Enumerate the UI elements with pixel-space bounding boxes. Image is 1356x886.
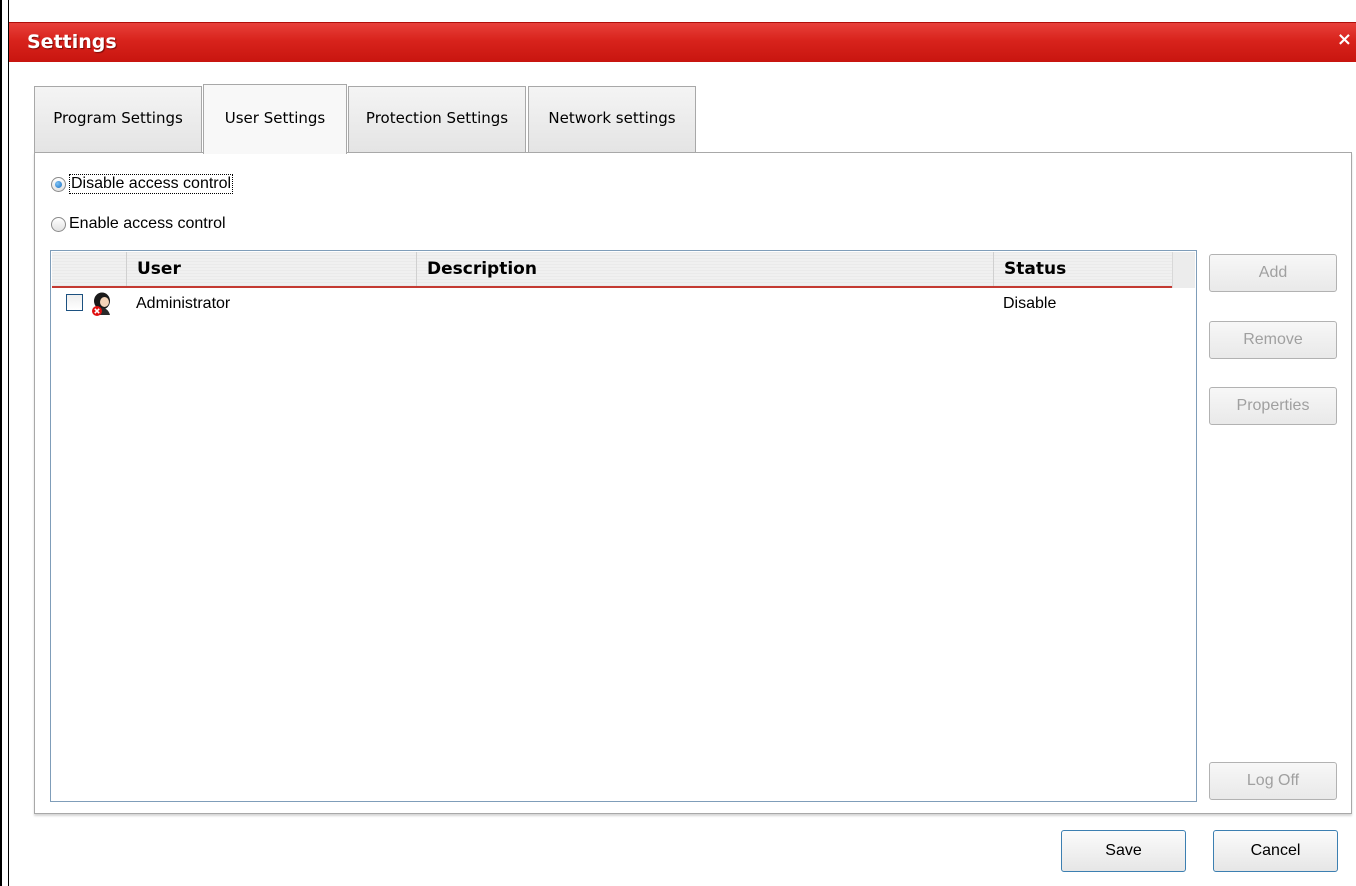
table-row[interactable]: Administrator Disable: [52, 291, 1173, 319]
tab-user-settings[interactable]: User Settings: [203, 84, 347, 154]
column-header-description[interactable]: Description: [416, 252, 993, 286]
remove-button[interactable]: Remove: [1209, 321, 1337, 359]
column-header-user[interactable]: User: [126, 252, 416, 286]
enable-access-control-radio[interactable]: [51, 216, 66, 232]
tab-label: User Settings: [224, 108, 326, 127]
row-user-name: Administrator: [136, 295, 231, 312]
add-button[interactable]: Add: [1209, 254, 1337, 292]
row-checkbox[interactable]: [66, 294, 83, 311]
save-button[interactable]: Save: [1061, 830, 1186, 872]
tab-program-settings[interactable]: Program Settings: [34, 86, 202, 152]
settings-dialog: Program Settings User Settings Protectio…: [9, 62, 1356, 886]
user-list-header: User Description Status: [52, 252, 1173, 288]
header-scroll-corner: [1172, 252, 1195, 288]
user-list[interactable]: User Description Status Administrator Di…: [50, 250, 1197, 802]
cancel-button[interactable]: Cancel: [1213, 830, 1338, 872]
properties-button[interactable]: Properties: [1209, 387, 1337, 425]
row-status: Disable: [1003, 295, 1057, 312]
tab-protection-settings[interactable]: Protection Settings: [348, 86, 526, 152]
log-off-button[interactable]: Log Off: [1209, 762, 1337, 800]
user-settings-panel: Disable access control Enable access con…: [34, 152, 1352, 814]
window-title: Settings: [27, 31, 117, 53]
column-header-status[interactable]: Status: [993, 252, 1173, 286]
column-header-select: [52, 252, 126, 286]
enable-access-control-option[interactable]: Enable access control: [51, 215, 226, 233]
disable-access-control-label: Disable access control: [69, 174, 234, 194]
tab-label: Program Settings: [53, 108, 183, 127]
user-disabled-icon: [90, 291, 114, 317]
tab-label: Network settings: [548, 108, 676, 127]
close-icon[interactable]: ×: [1337, 29, 1352, 50]
title-bar: Settings ×: [9, 22, 1356, 62]
tab-label: Protection Settings: [365, 108, 509, 127]
enable-access-control-label: Enable access control: [69, 215, 226, 232]
window-left-border: [0, 0, 9, 886]
disable-access-control-radio[interactable]: [51, 176, 66, 192]
tab-network-settings[interactable]: Network settings: [528, 86, 696, 152]
disable-access-control-option[interactable]: Disable access control: [51, 174, 234, 194]
